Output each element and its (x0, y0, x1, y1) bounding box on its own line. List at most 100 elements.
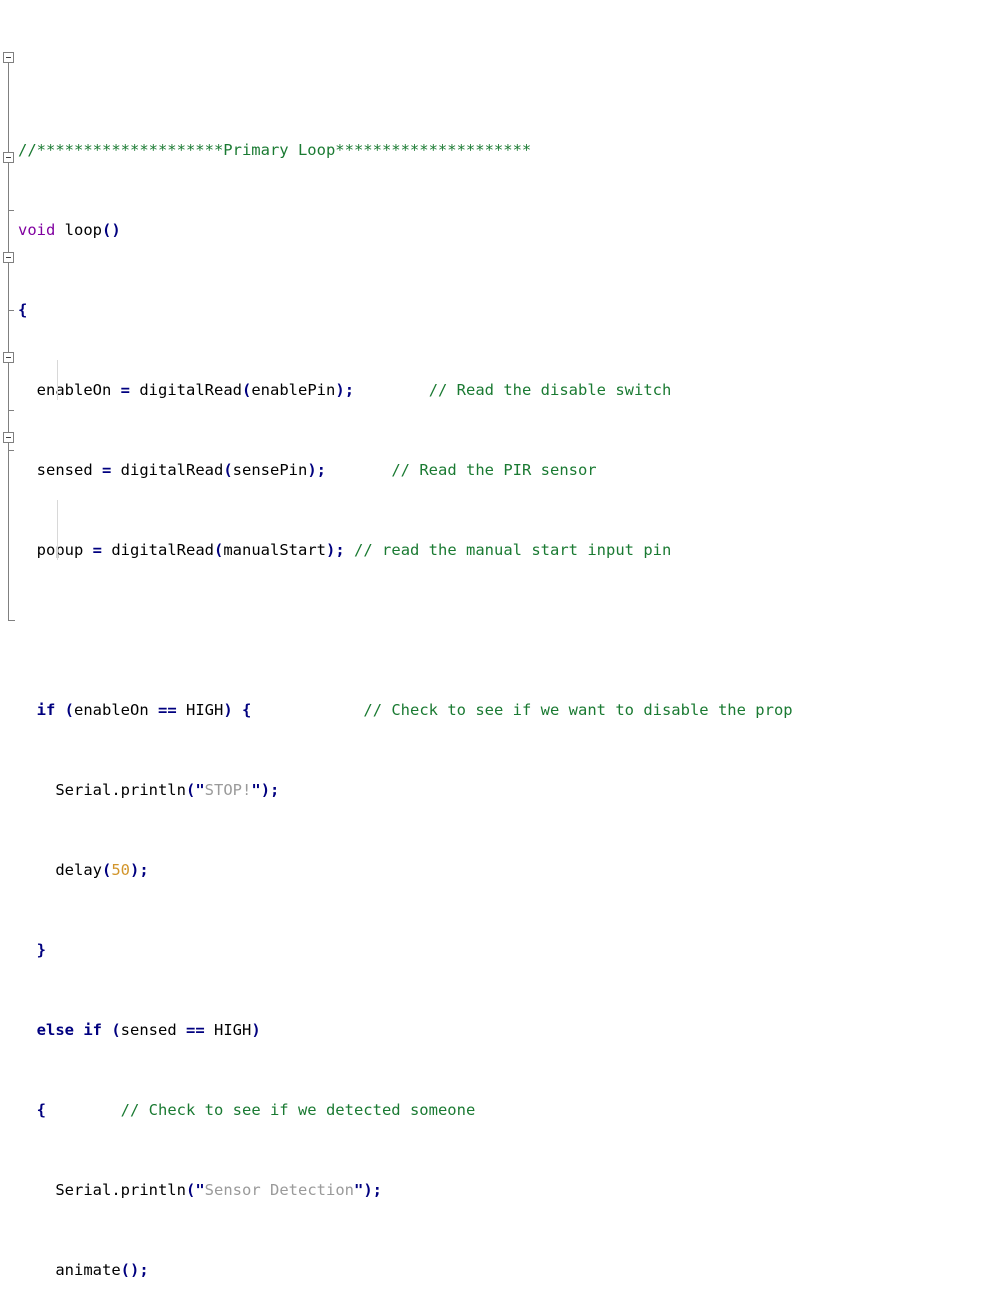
fold-marker-elseif-sensed-block[interactable] (3, 252, 14, 263)
keyword-if: if (36, 701, 56, 719)
call-digitalread: digitalRead (102, 541, 214, 559)
code-line-10: delay(50); (18, 860, 1001, 880)
constant-high: HIGH (204, 1021, 252, 1039)
string-literal: STOP! (204, 781, 252, 799)
open-paren: ( (102, 1021, 121, 1039)
variable-enableon: enableOn (36, 381, 121, 399)
margin-separator (16, 0, 17, 656)
close-paren: ) (260, 781, 271, 799)
open-brace: { (18, 301, 28, 319)
parentheses: () (102, 221, 121, 239)
semicolon: ; (344, 381, 355, 399)
line-comment: //********************Primary Loop******… (18, 141, 532, 159)
call-delay: delay (55, 861, 102, 879)
line-comment: // Read the PIR sensor (391, 461, 597, 479)
open-paren: ( (223, 461, 233, 479)
close-paren: ) (130, 861, 140, 879)
variable-sensed: sensed (36, 461, 102, 479)
variable-enableon: enableOn (74, 701, 159, 719)
code-line-5: sensed = digitalRead(sensePin); // Read … (18, 460, 1001, 480)
close-paren: ) (363, 1181, 373, 1199)
constant-high: HIGH (176, 701, 224, 719)
parentheses: () (120, 1261, 140, 1279)
code-line-13: { // Check to see if we detected someone (18, 1100, 1001, 1120)
number-literal: 50 (111, 861, 131, 879)
close-paren: ) (326, 541, 336, 559)
indent-guide-1 (57, 500, 58, 560)
code-line-1: //********************Primary Loop******… (18, 140, 1001, 160)
fold-end-elseif-popup-block (8, 410, 14, 411)
semicolon: ; (335, 541, 345, 559)
semicolon: ; (139, 1261, 149, 1279)
fold-end-block-comment (8, 450, 14, 451)
fold-marker-block-comment[interactable] (3, 432, 14, 443)
semicolon: ; (270, 781, 280, 799)
code-line-12: else if (sensed == HIGH) (18, 1020, 1001, 1040)
semicolon: ; (139, 861, 149, 879)
variable-popup: popup (36, 541, 93, 559)
code-line-14: Serial.println("Sensor Detection"); (18, 1180, 1001, 1200)
keyword-else-if: else if (36, 1021, 102, 1039)
close-brace: } (36, 941, 47, 959)
fold-marker-elseif-popup-block[interactable] (3, 352, 14, 363)
code-line-9: Serial.println("STOP!"); (18, 780, 1001, 800)
code-line-7-blank (18, 620, 1001, 640)
assign-operator: = (102, 461, 112, 479)
quote-open: " (195, 1181, 205, 1199)
open-paren: ( (185, 1181, 196, 1199)
call-serial-println: Serial.println (55, 1181, 186, 1199)
close-paren: ) (251, 1021, 261, 1039)
quote-close: " (251, 781, 261, 799)
close-paren: ) (223, 701, 233, 719)
variable-sensed: sensed (120, 1021, 186, 1039)
line-comment: // read the manual start input pin (354, 541, 672, 559)
code-line-2: void loop() (18, 220, 1001, 240)
string-literal: Sensor Detection (204, 1181, 354, 1199)
call-serial-println: Serial.println (55, 781, 186, 799)
assign-operator: = (120, 381, 131, 399)
assign-operator: = (92, 541, 103, 559)
quote-open: " (195, 781, 205, 799)
code-line-11: } (18, 940, 1001, 960)
fold-end-loop-body (8, 620, 15, 621)
equality-operator: == (186, 1021, 205, 1039)
keyword-void: void (18, 221, 56, 239)
code-editor[interactable]: //********************Primary Loop******… (0, 0, 1001, 1279)
fold-end-if-block (8, 210, 14, 211)
open-paren: ( (102, 861, 112, 879)
open-brace: { (232, 701, 252, 719)
close-paren: ) (335, 381, 345, 399)
semicolon: ; (372, 1181, 383, 1199)
fold-end-elseif-sensed-block (8, 310, 14, 311)
arg-manualstart: manualStart (223, 541, 326, 559)
code-line-6: popup = digitalRead(manualStart); // rea… (18, 540, 1001, 560)
line-comment: // Read the disable switch (428, 381, 672, 399)
code-line-4: enableOn = digitalRead(enablePin); // Re… (18, 380, 1001, 400)
indent-guide-2 (57, 360, 58, 400)
line-comment: // Check to see if we detected someone (120, 1101, 476, 1119)
fold-marker-loop-body[interactable] (3, 52, 14, 63)
open-paren: ( (185, 781, 196, 799)
code-line-8: if (enableOn == HIGH) { // Check to see … (18, 700, 1001, 720)
semicolon: ; (316, 461, 327, 479)
open-paren: ( (214, 541, 224, 559)
code-content[interactable]: //********************Primary Loop******… (18, 0, 1001, 1279)
fold-marker-if-block[interactable] (3, 152, 14, 163)
call-digitalread: digitalRead (130, 381, 242, 399)
arg-enablepin: enablePin (251, 381, 336, 399)
